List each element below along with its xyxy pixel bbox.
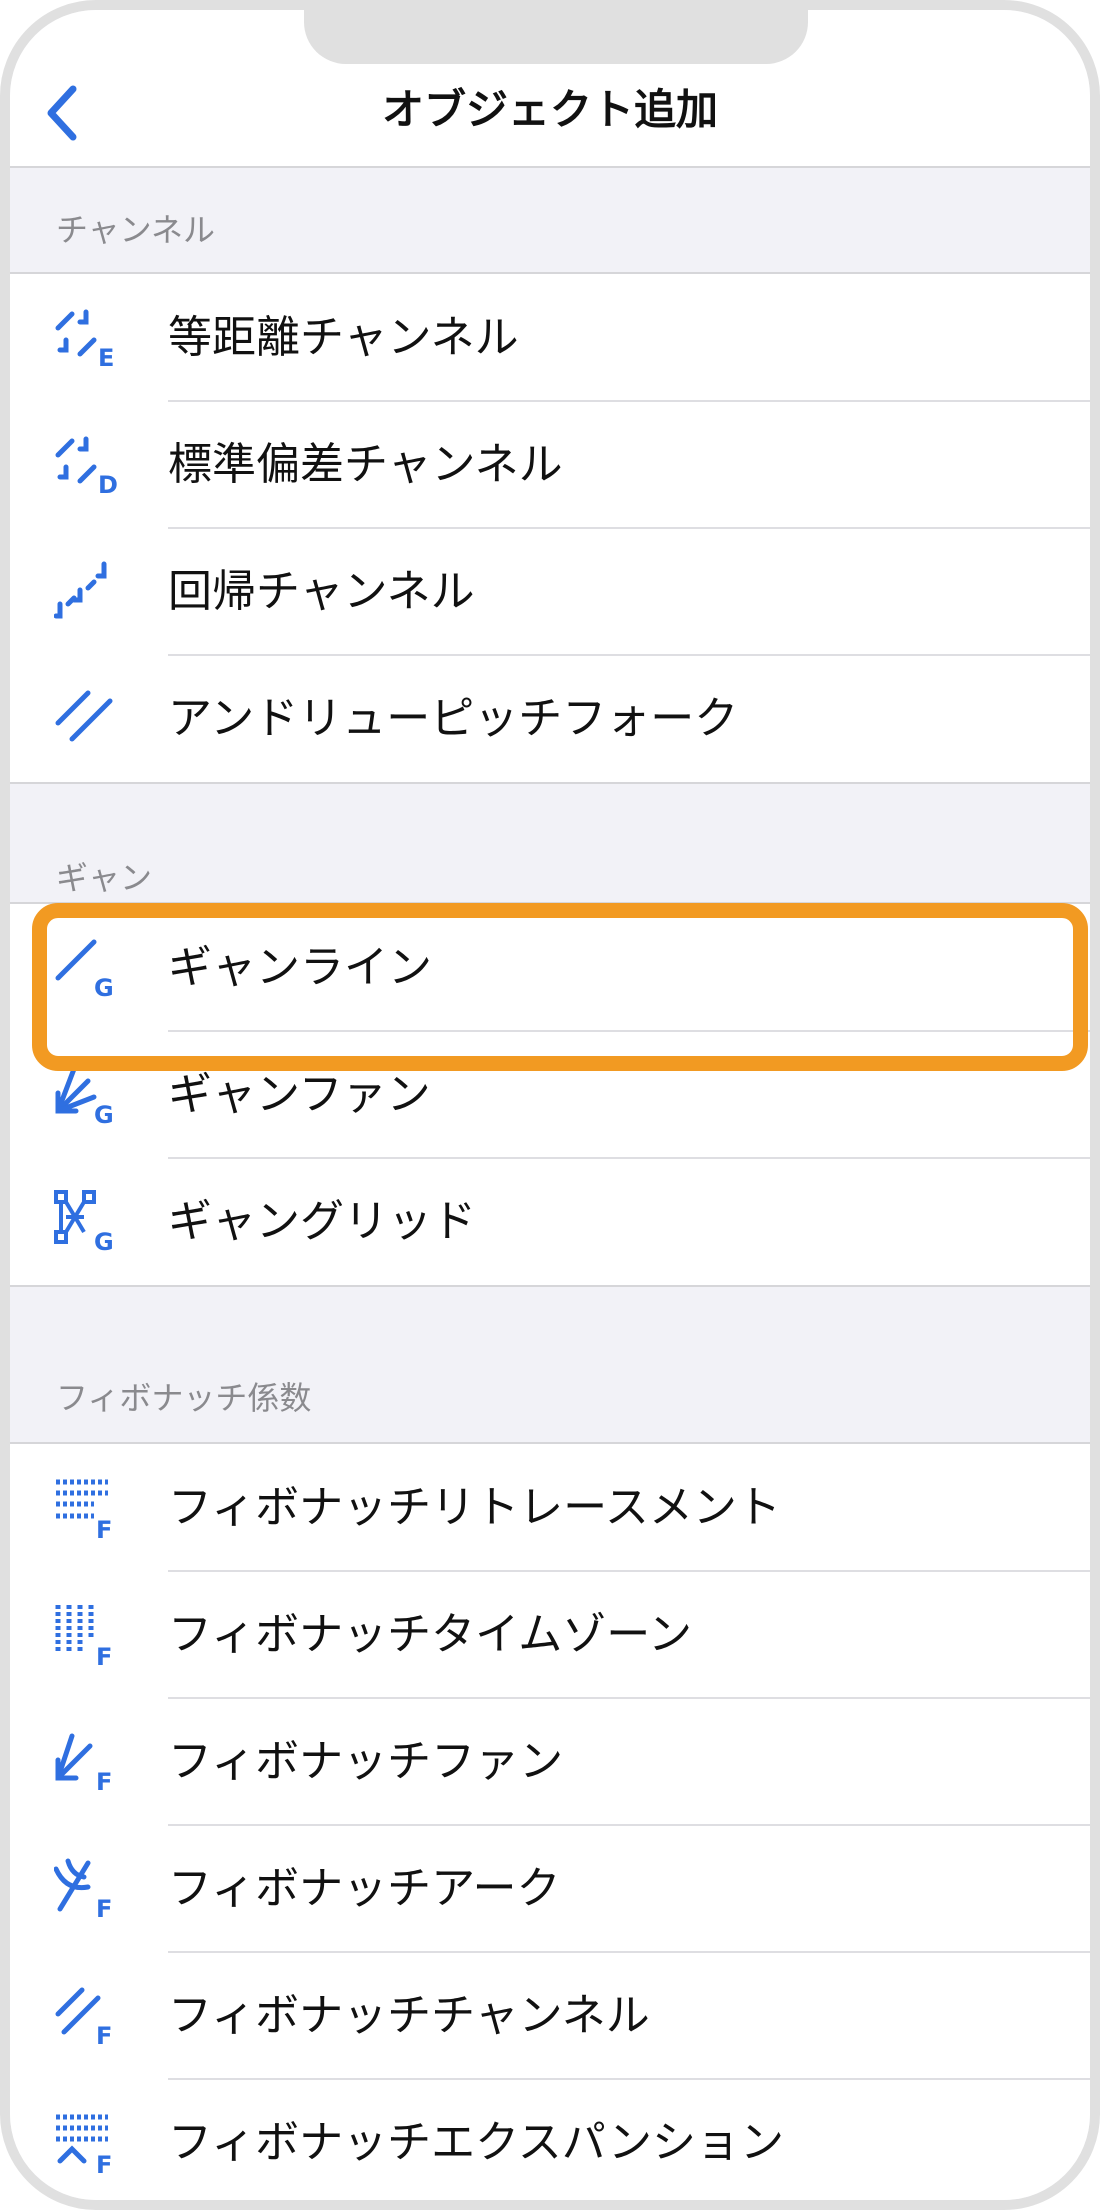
svg-text:G: G — [94, 974, 114, 1000]
fibonacci-group: F フィボナッチリトレースメント F フィボナッチタイムゾーン F フィボナッチ… — [10, 1442, 1090, 2200]
list-item-fibo-arc[interactable]: F フィボナッチアーク — [10, 1825, 1090, 1953]
svg-text:F: F — [96, 1516, 112, 1540]
svg-text:G: G — [94, 1228, 114, 1254]
channels-group: E 等距離チャンネル D 標準偏差チャンネル 回帰チャンネル アンドリューピッチ… — [10, 272, 1090, 784]
svg-text:F: F — [96, 1768, 112, 1794]
svg-text:F: F — [96, 2151, 112, 2175]
page-title: オブジェクト追加 — [381, 85, 718, 134]
svg-text:D: D — [98, 471, 118, 497]
list-item-label: フィボナッチエクスパンション — [168, 2117, 784, 2168]
list-item-gann-line[interactable]: G ギャンライン — [10, 904, 1090, 1032]
svg-text:E: E — [98, 344, 114, 370]
list-item-equidistant-channel[interactable]: E 等距離チャンネル — [10, 274, 1090, 402]
gann-line-icon: G — [55, 939, 114, 1000]
list-item-fibo-fan[interactable]: F フィボナッチファン — [10, 1698, 1090, 1826]
list-item-label: フィボナッチアーク — [168, 1863, 561, 1914]
fibo-fan-icon: F — [55, 1733, 112, 1794]
svg-text:G: G — [94, 1101, 114, 1127]
gann-fan-icon: G — [55, 1066, 114, 1127]
list-item-fibo-timezones[interactable]: F フィボナッチタイムゾーン — [10, 1571, 1090, 1699]
list-item-label: フィボナッチチャンネル — [168, 1990, 650, 2041]
svg-text:F: F — [96, 1895, 112, 1921]
list-item-label: フィボナッチファン — [168, 1736, 564, 1787]
section-header-channels: チャンネル — [56, 211, 216, 249]
fibo-expansion-icon: F — [56, 2114, 112, 2175]
device-notch — [304, 10, 808, 64]
fibo-retracement-icon: F — [56, 1479, 112, 1540]
svg-text:F: F — [96, 1643, 112, 1667]
list-item-label: ギャンファン — [168, 1069, 431, 1120]
fibo-timezones-icon: F — [55, 1605, 112, 1667]
list-item-label: 等距離チャンネル — [168, 312, 519, 363]
section-header-gann: ギャン — [56, 859, 153, 897]
svg-text:F: F — [96, 2022, 112, 2048]
list-item-gann-grid[interactable]: G ギャングリッド — [10, 1158, 1090, 1285]
list-item-label: アンドリューピッチフォーク — [168, 693, 739, 744]
list-item-regression-channel[interactable]: 回帰チャンネル — [10, 528, 1090, 656]
list-item-label: ギャンライン — [168, 942, 432, 993]
fibo-arc-icon: F — [54, 1858, 112, 1921]
stddev-channel-icon: D — [55, 436, 118, 497]
section-header-fibonacci: フィボナッチ係数 — [56, 1379, 312, 1417]
list-item-label: フィボナッチリトレースメント — [168, 1482, 781, 1533]
list-item-andrews-pitchfork[interactable]: アンドリューピッチフォーク — [10, 655, 1090, 782]
equidistant-channel-icon: E — [55, 309, 114, 370]
andrews-pitchfork-icon — [55, 690, 113, 742]
list-item-fibo-channel[interactable]: F フィボナッチチャンネル — [10, 1952, 1090, 2080]
list-item-fibo-retracement[interactable]: F フィボナッチリトレースメント — [10, 1444, 1090, 1572]
phone-frame: オブジェクト追加 チャンネル E 等距離チャンネル D 標準偏差チャンネル 回帰… — [0, 0, 1100, 2210]
list-item-label: ギャングリッド — [168, 1196, 476, 1247]
regression-channel-icon — [54, 561, 107, 619]
gann-grid-icon: G — [54, 1190, 114, 1254]
list-item-label: フィボナッチタイムゾーン — [168, 1609, 693, 1660]
list-item-stddev-channel[interactable]: D 標準偏差チャンネル — [10, 401, 1090, 529]
list-item-label: 回帰チャンネル — [168, 566, 475, 617]
fibo-channel-icon: F — [55, 1987, 112, 2048]
list-item-gann-fan[interactable]: G ギャンファン — [10, 1031, 1090, 1159]
list-item-label: 標準偏差チャンネル — [168, 439, 563, 490]
list-item-fibo-expansion[interactable]: F フィボナッチエクスパンション — [10, 2079, 1090, 2200]
gann-group: G ギャンライン G ギャンファン G ギャングリッド — [10, 902, 1090, 1287]
